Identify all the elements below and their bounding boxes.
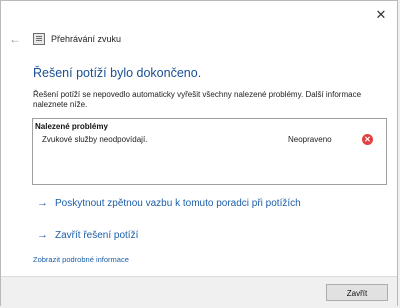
back-arrow-icon[interactable]: ← [9,32,23,46]
close-troubleshooter-link[interactable]: → Zavřít řešení potíží [37,229,138,241]
problem-status: Neopraveno [288,135,332,144]
arrow-right-icon: → [37,229,48,241]
problem-name: Zvukové služby neodpovídají. [42,135,148,144]
page-title: Řešení potíží bylo dokončeno. [33,66,202,80]
nav-bar: ← Přehrávání zvuku [9,31,121,47]
troubleshooter-window: ✕ ← Přehrávání zvuku Řešení potíží bylo … [0,0,398,307]
footer-bar: Zavřít [1,276,397,307]
details-link[interactable]: Zobrazit podrobné informace [33,255,129,264]
feedback-link[interactable]: → Poskytnout zpětnou vazbu k tomuto pora… [37,197,301,209]
close-troubleshooter-label: Zavřít řešení potíží [55,229,139,241]
problem-row: Zvukové služby neodpovídají. Neopraveno … [33,134,386,147]
problems-list: Nalezené problémy Zvukové služby neodpov… [32,118,387,185]
close-button[interactable]: Zavřít [326,284,388,301]
error-icon: ✕ [362,134,373,145]
problems-header: Nalezené problémy [35,122,108,131]
troubleshooter-app-icon [33,33,45,45]
arrow-right-icon: → [37,197,48,209]
nav-title: Přehrávání zvuku [51,34,122,44]
close-window-button[interactable]: ✕ [373,7,389,23]
feedback-link-label: Poskytnout zpětnou vazbu k tomuto poradc… [55,197,301,209]
page-description: Řešení potíží se nepovedlo automaticky v… [33,90,362,109]
